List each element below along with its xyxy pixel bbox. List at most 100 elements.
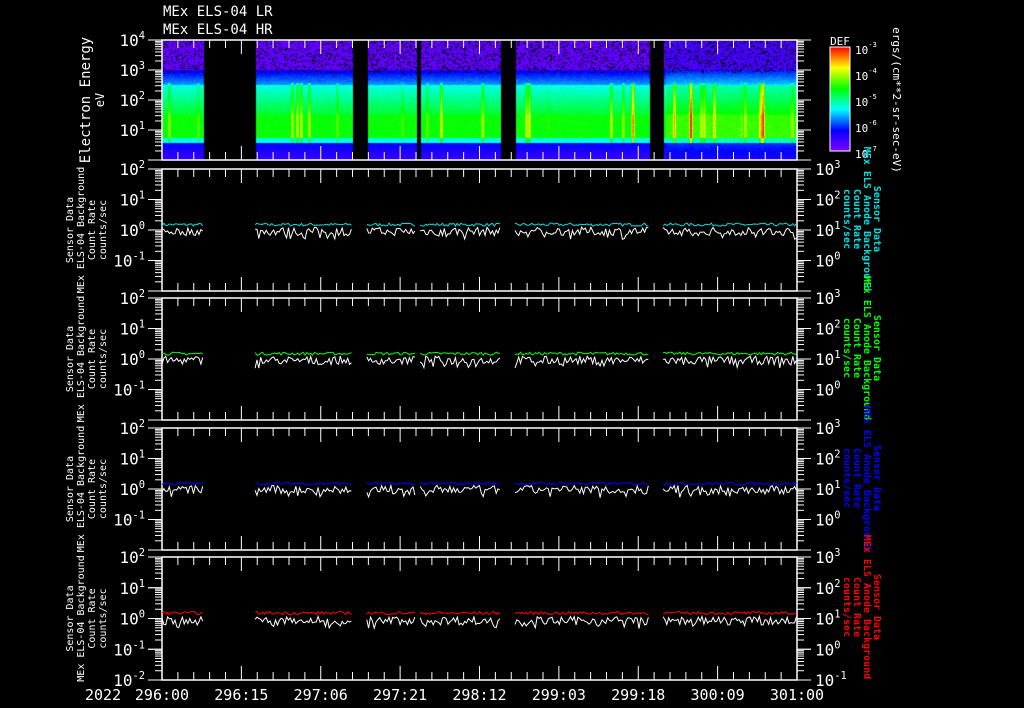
panel-4-left-tick-label: 100 <box>119 609 145 629</box>
colorbar <box>829 46 851 152</box>
panel-4-left-tick-label: 101 <box>119 578 145 598</box>
panel-3-series-els04-line <box>419 484 501 498</box>
panel-2-series-els04-line <box>419 355 501 370</box>
panel-3-left-tick-label: 101 <box>119 449 145 469</box>
panel-2-series-els04-line <box>161 355 204 366</box>
panel-2-left-label: MEx ELS-04 Background <box>76 296 87 422</box>
panel-4-right-tick-label: 10-1 <box>815 670 847 690</box>
panel-1-series-els04-line <box>161 226 204 237</box>
panel-1-series-els04-line <box>420 226 501 241</box>
panel-3-series-els04-line <box>161 484 204 497</box>
panel-1-series-anode-line <box>662 222 797 227</box>
panel-3-right-tick-label: 101 <box>815 479 841 499</box>
spectrogram-ylabel: Electron Energy <box>78 37 94 163</box>
panel-1-left-tick-label: 102 <box>119 159 145 179</box>
panel-4-series-els04-line <box>662 614 797 628</box>
panel-3-series-anode-line <box>514 481 649 486</box>
panel-4-left-tick-label: 10-1 <box>113 639 145 659</box>
spectrogram-ytick-label: 103 <box>119 60 145 80</box>
panel-4-left-label: MEx ELS-04 Background <box>76 555 87 681</box>
panel-1-series-anode-line <box>366 222 416 227</box>
panel-2-right-tick-label: 100 <box>815 380 841 400</box>
panel-4-series-anode-line <box>514 610 649 616</box>
panel-1-series-els04-line <box>254 226 352 241</box>
panel-4-left-label: counts/sec <box>98 588 109 648</box>
panel-4-series-anode-line <box>419 610 501 616</box>
panel-1-right-label: counts/sec <box>841 189 852 249</box>
panel-4-right-tick-label: 103 <box>815 547 841 567</box>
panel-1-series-els04-line <box>366 226 416 237</box>
panel-3-left-label: Sensor Data <box>65 456 76 522</box>
panel-2-series-anode-line <box>514 351 649 356</box>
panel-2-series-els04-line <box>514 355 649 369</box>
colorbar-tick-label: 10-4 <box>855 66 877 83</box>
panel-2-left-tick-label: 102 <box>119 288 145 308</box>
panel-3-left-tick-label: 100 <box>119 479 145 499</box>
panel-4-right-tick-label: 101 <box>815 609 841 629</box>
plot-svg: MEx ELS-04 LR MEx ELS-04 HR Electron Ene… <box>65 4 903 704</box>
panel-1-right-tick-label: 103 <box>815 159 841 179</box>
panel-1-right-tick-label: 100 <box>815 251 841 271</box>
panel-1-left-tick-label: 10-1 <box>113 251 145 271</box>
panel-2-right-label: counts/sec <box>841 318 852 378</box>
panel-2-left-tick-label: 100 <box>119 349 145 369</box>
panel-4-series-anode-line <box>254 610 352 616</box>
panel-1-left-label: Sensor Data <box>65 197 76 263</box>
spectrogram-ytick-label: 104 <box>119 30 145 50</box>
panel-2-left-label: Sensor Data <box>65 326 76 392</box>
panel-4-series-els04-line <box>419 615 501 629</box>
panel-4-left-label: Count Rate <box>87 588 98 648</box>
spectrogram-ytick-label: 102 <box>119 90 145 110</box>
panel-3-right-tick-label: 103 <box>815 418 841 438</box>
panel-3-series-els04-line <box>254 484 352 499</box>
panel-1-right-tick-label: 101 <box>815 220 841 240</box>
panel-2-series-anode-line <box>161 351 203 356</box>
panel-4-frame <box>161 556 798 681</box>
panel-4-right-tick-label: 102 <box>815 578 841 598</box>
panel-3-series-els04-line <box>662 484 797 498</box>
panel-2-left-label: counts/sec <box>98 329 109 389</box>
panel-2-series-anode-line <box>419 351 500 357</box>
panel-3-right-tick-label: 102 <box>815 449 841 469</box>
mex-els-plot: MEx ELS-04 LR MEx ELS-04 HR Electron Ene… <box>0 0 1024 708</box>
panel-1-left-tick-label: 100 <box>119 220 145 240</box>
spectrogram-frame <box>161 39 798 161</box>
panel-1-series-anode-line <box>514 222 649 227</box>
panel-4-right-label: counts/sec <box>841 577 852 637</box>
panel-4-series-els04-line <box>366 615 416 630</box>
panel-4-left-label: Sensor Data <box>65 585 76 651</box>
spectrogram-ytick-label: 101 <box>119 120 145 140</box>
panel-1-left-tick-label: 101 <box>119 190 145 210</box>
panel-2-right-tick-label: 101 <box>815 349 841 369</box>
panel-1-right-tick-label: 102 <box>815 190 841 210</box>
panel-2-right-tick-label: 103 <box>815 288 841 308</box>
panel-1-series-anode-line <box>254 222 352 227</box>
panel-1-series-els04-line <box>514 225 649 240</box>
panel-3-series-anode-line <box>663 481 797 487</box>
panel-4-series-anode-line <box>161 611 203 616</box>
panel-1-left-label: counts/sec <box>98 200 109 260</box>
panel-3-series-anode-line <box>254 481 352 486</box>
panel-3-left-label: counts/sec <box>98 459 109 519</box>
colorbar-tick-label: 10-5 <box>855 92 877 109</box>
panel-3-series-anode-line <box>161 481 204 486</box>
x-tick-label: 296:00 <box>135 686 189 704</box>
panel-2-series-els04-line <box>366 355 416 366</box>
panel-2-series-anode-line <box>663 351 797 356</box>
spectrogram-yunits: eV <box>93 93 107 107</box>
panel-4-series-anode-line <box>662 610 797 616</box>
x-tick-label: 297:21 <box>373 686 427 704</box>
title-lr: MEx ELS-04 LR <box>163 4 273 20</box>
panel-3-series-els04-line <box>514 484 649 498</box>
panel-2-series-anode-line <box>254 351 352 356</box>
panel-2-left-tick-label: 10-1 <box>113 380 145 400</box>
panel-3-series-els04-line <box>366 483 416 499</box>
panel-1-series-anode-line <box>420 222 501 227</box>
panel-3-left-tick-label: 102 <box>119 418 145 438</box>
panel-4-series-els04-line <box>514 614 649 630</box>
panel-4-left-tick-label: 102 <box>119 547 145 567</box>
colorbar-tick-label: 10-3 <box>855 40 877 57</box>
colorbar-units: ergs/(cm**2-sr-sec-eV) <box>890 27 903 173</box>
panel-4-right-tick-label: 100 <box>815 639 841 659</box>
panel-1-series-els04-line <box>662 226 797 240</box>
